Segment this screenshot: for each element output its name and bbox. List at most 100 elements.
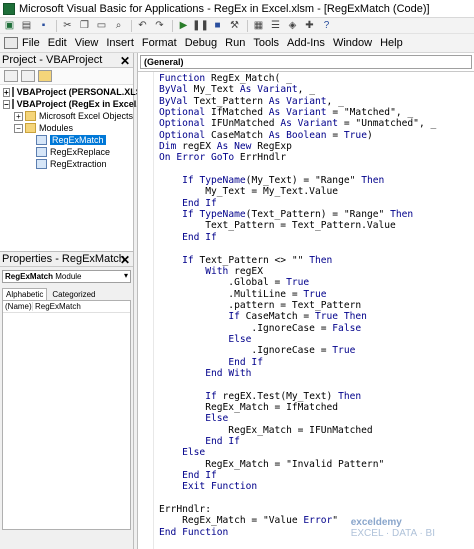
tree-item-regexmatch[interactable]: RegExMatch <box>0 134 133 146</box>
project-icon[interactable]: ▦ <box>251 19 266 32</box>
paste-icon[interactable]: ▭ <box>94 19 109 32</box>
tab-categorized[interactable]: Categorized <box>49 289 98 300</box>
code-line[interactable]: Dim regEX As New RegExp <box>159 141 474 152</box>
code-line[interactable]: ​ <box>159 164 474 175</box>
view-object-icon[interactable] <box>21 70 35 82</box>
code-window-menu-icon[interactable] <box>4 37 18 49</box>
run-icon[interactable]: ▶ <box>176 19 191 32</box>
menu-debug[interactable]: Debug <box>185 37 217 49</box>
object-combo[interactable]: (General) <box>140 55 472 69</box>
code-line[interactable]: Text_Pattern = Text_Pattern.Value <box>159 220 474 231</box>
code-line[interactable]: Optional IFUnMatched As Variant = "Unmat… <box>159 118 474 129</box>
property-value[interactable]: RegExMatch <box>33 302 81 311</box>
properties-icon[interactable]: ☰ <box>268 19 283 32</box>
menu-insert[interactable]: Insert <box>106 37 134 49</box>
code-editor[interactable]: Function RegEx_Match( _ ByVal My_Text As … <box>138 71 474 549</box>
menu-view[interactable]: View <box>75 37 99 49</box>
design-icon[interactable]: ⚒ <box>227 19 242 32</box>
code-line[interactable]: ​ <box>159 243 474 254</box>
toolbox-icon[interactable]: ✚ <box>302 19 317 32</box>
tree-item-regex-workbook[interactable]: − VBAProject (RegEx in Excel. <box>0 98 139 110</box>
menu-window[interactable]: Window <box>333 37 372 49</box>
code-line[interactable]: Optional CaseMatch As Boolean = True) <box>159 130 474 141</box>
code-line[interactable]: With regEX <box>159 266 474 277</box>
code-line[interactable]: ByVal My_Text As Variant, _ <box>159 84 474 95</box>
code-line[interactable]: .IgnoreCase = False <box>159 323 474 334</box>
collapse-icon[interactable]: − <box>14 123 23 133</box>
object-selector[interactable]: RegExMatch Module ▾ <box>2 270 131 283</box>
find-icon[interactable]: ⌕ <box>111 19 126 32</box>
copy-icon[interactable]: ❐ <box>77 19 92 32</box>
code-line[interactable]: Function RegEx_Match( _ <box>159 73 474 84</box>
code-line[interactable]: RegEx_Match = IFUnMatched <box>159 425 474 436</box>
menu-run[interactable]: Run <box>225 37 245 49</box>
code-line[interactable]: .Global = True <box>159 277 474 288</box>
code-line[interactable]: RegEx_Match = IfMatched <box>159 402 474 413</box>
undo-icon[interactable]: ↶ <box>135 19 150 32</box>
cut-icon[interactable]: ✂ <box>60 19 75 32</box>
save-icon[interactable]: ▪ <box>36 19 51 32</box>
code-line[interactable]: End If <box>159 357 474 368</box>
properties-grid: (Name) RegExMatch <box>2 300 131 530</box>
menu-edit[interactable]: Edit <box>48 37 67 49</box>
code-line[interactable]: Optional IfMatched As Variant = "Matched… <box>159 107 474 118</box>
expand-icon[interactable]: + <box>14 111 23 121</box>
close-icon[interactable]: ✕ <box>120 253 130 267</box>
menu-file[interactable]: File <box>22 37 40 49</box>
code-line[interactable]: If regEX.Test(My_Text) Then <box>159 391 474 402</box>
title-bar: Microsoft Visual Basic for Applications … <box>0 0 474 18</box>
code-line[interactable]: End If <box>159 198 474 209</box>
folder-icon <box>24 111 36 121</box>
menu-add-ins[interactable]: Add-Ins <box>287 37 325 49</box>
code-line[interactable]: Exit Function <box>159 481 474 492</box>
code-line[interactable]: End If <box>159 232 474 243</box>
view-code-icon[interactable] <box>4 70 18 82</box>
code-line[interactable]: If TypeName(Text_Pattern) = "Range" Then <box>159 209 474 220</box>
code-line[interactable]: Else <box>159 413 474 424</box>
expand-icon[interactable]: + <box>3 87 10 97</box>
chevron-down-icon[interactable]: ▾ <box>124 271 128 280</box>
code-line[interactable]: .MultiLine = True <box>159 289 474 300</box>
tree-item-personal[interactable]: + VBAProject (PERSONAL.XLS <box>0 86 142 98</box>
code-line[interactable]: RegEx_Match = "Invalid Pattern" <box>159 459 474 470</box>
toggle-folders-icon[interactable] <box>38 70 52 82</box>
code-line[interactable]: ErrHndlr: <box>159 504 474 515</box>
code-line[interactable]: End If <box>159 470 474 481</box>
reset-icon[interactable]: ■ <box>210 19 225 32</box>
code-line[interactable]: .pattern = Text_Pattern <box>159 300 474 311</box>
code-line[interactable]: End With <box>159 368 474 379</box>
menu-tools[interactable]: Tools <box>253 37 279 49</box>
tree-item-excel-objects[interactable]: + Microsoft Excel Objects <box>0 110 133 122</box>
redo-icon[interactable]: ↷ <box>152 19 167 32</box>
collapse-icon[interactable]: − <box>3 99 10 109</box>
help-icon[interactable]: ? <box>319 19 334 32</box>
code-line[interactable]: Else <box>159 447 474 458</box>
code-line[interactable]: On Error GoTo ErrHndlr <box>159 152 474 163</box>
code-line[interactable]: If CaseMatch = True Then <box>159 311 474 322</box>
tree-item-modules[interactable]: − Modules <box>0 122 133 134</box>
tree-item-label: VBAProject (PERSONAL.XLS <box>16 87 142 97</box>
excel-icon[interactable]: ▣ <box>2 19 17 32</box>
tree-item-label: RegExReplace <box>50 147 111 157</box>
margin-indicator-bar[interactable] <box>138 72 154 549</box>
code-line[interactable]: .IgnoreCase = True <box>159 345 474 356</box>
property-row[interactable]: (Name) RegExMatch <box>3 301 130 313</box>
code-line[interactable]: If TypeName(My_Text) = "Range" Then <box>159 175 474 186</box>
menu-format[interactable]: Format <box>142 37 177 49</box>
tree-item-regexreplace[interactable]: RegExReplace <box>0 146 133 158</box>
code-line[interactable]: If Text_Pattern <> "" Then <box>159 255 474 266</box>
code-line[interactable]: My_Text = My_Text.Value <box>159 186 474 197</box>
properties-header: Properties - RegExMatch ✕ <box>0 252 133 267</box>
object-browser-icon[interactable]: ◈ <box>285 19 300 32</box>
close-icon[interactable]: ✕ <box>120 54 130 68</box>
break-icon[interactable]: ❚❚ <box>192 19 209 32</box>
tab-alphabetic[interactable]: Alphabetic <box>2 288 48 300</box>
code-line[interactable]: ​ <box>159 379 474 390</box>
code-line[interactable]: End If <box>159 436 474 447</box>
tree-item-regextraction[interactable]: RegExtraction <box>0 158 133 170</box>
code-line[interactable]: ByVal Text_Pattern As Variant, _ <box>159 96 474 107</box>
menu-help[interactable]: Help <box>380 37 403 49</box>
code-line[interactable]: Else <box>159 334 474 345</box>
insert-icon[interactable]: ▤ <box>19 19 34 32</box>
code-line[interactable]: ​ <box>159 493 474 504</box>
